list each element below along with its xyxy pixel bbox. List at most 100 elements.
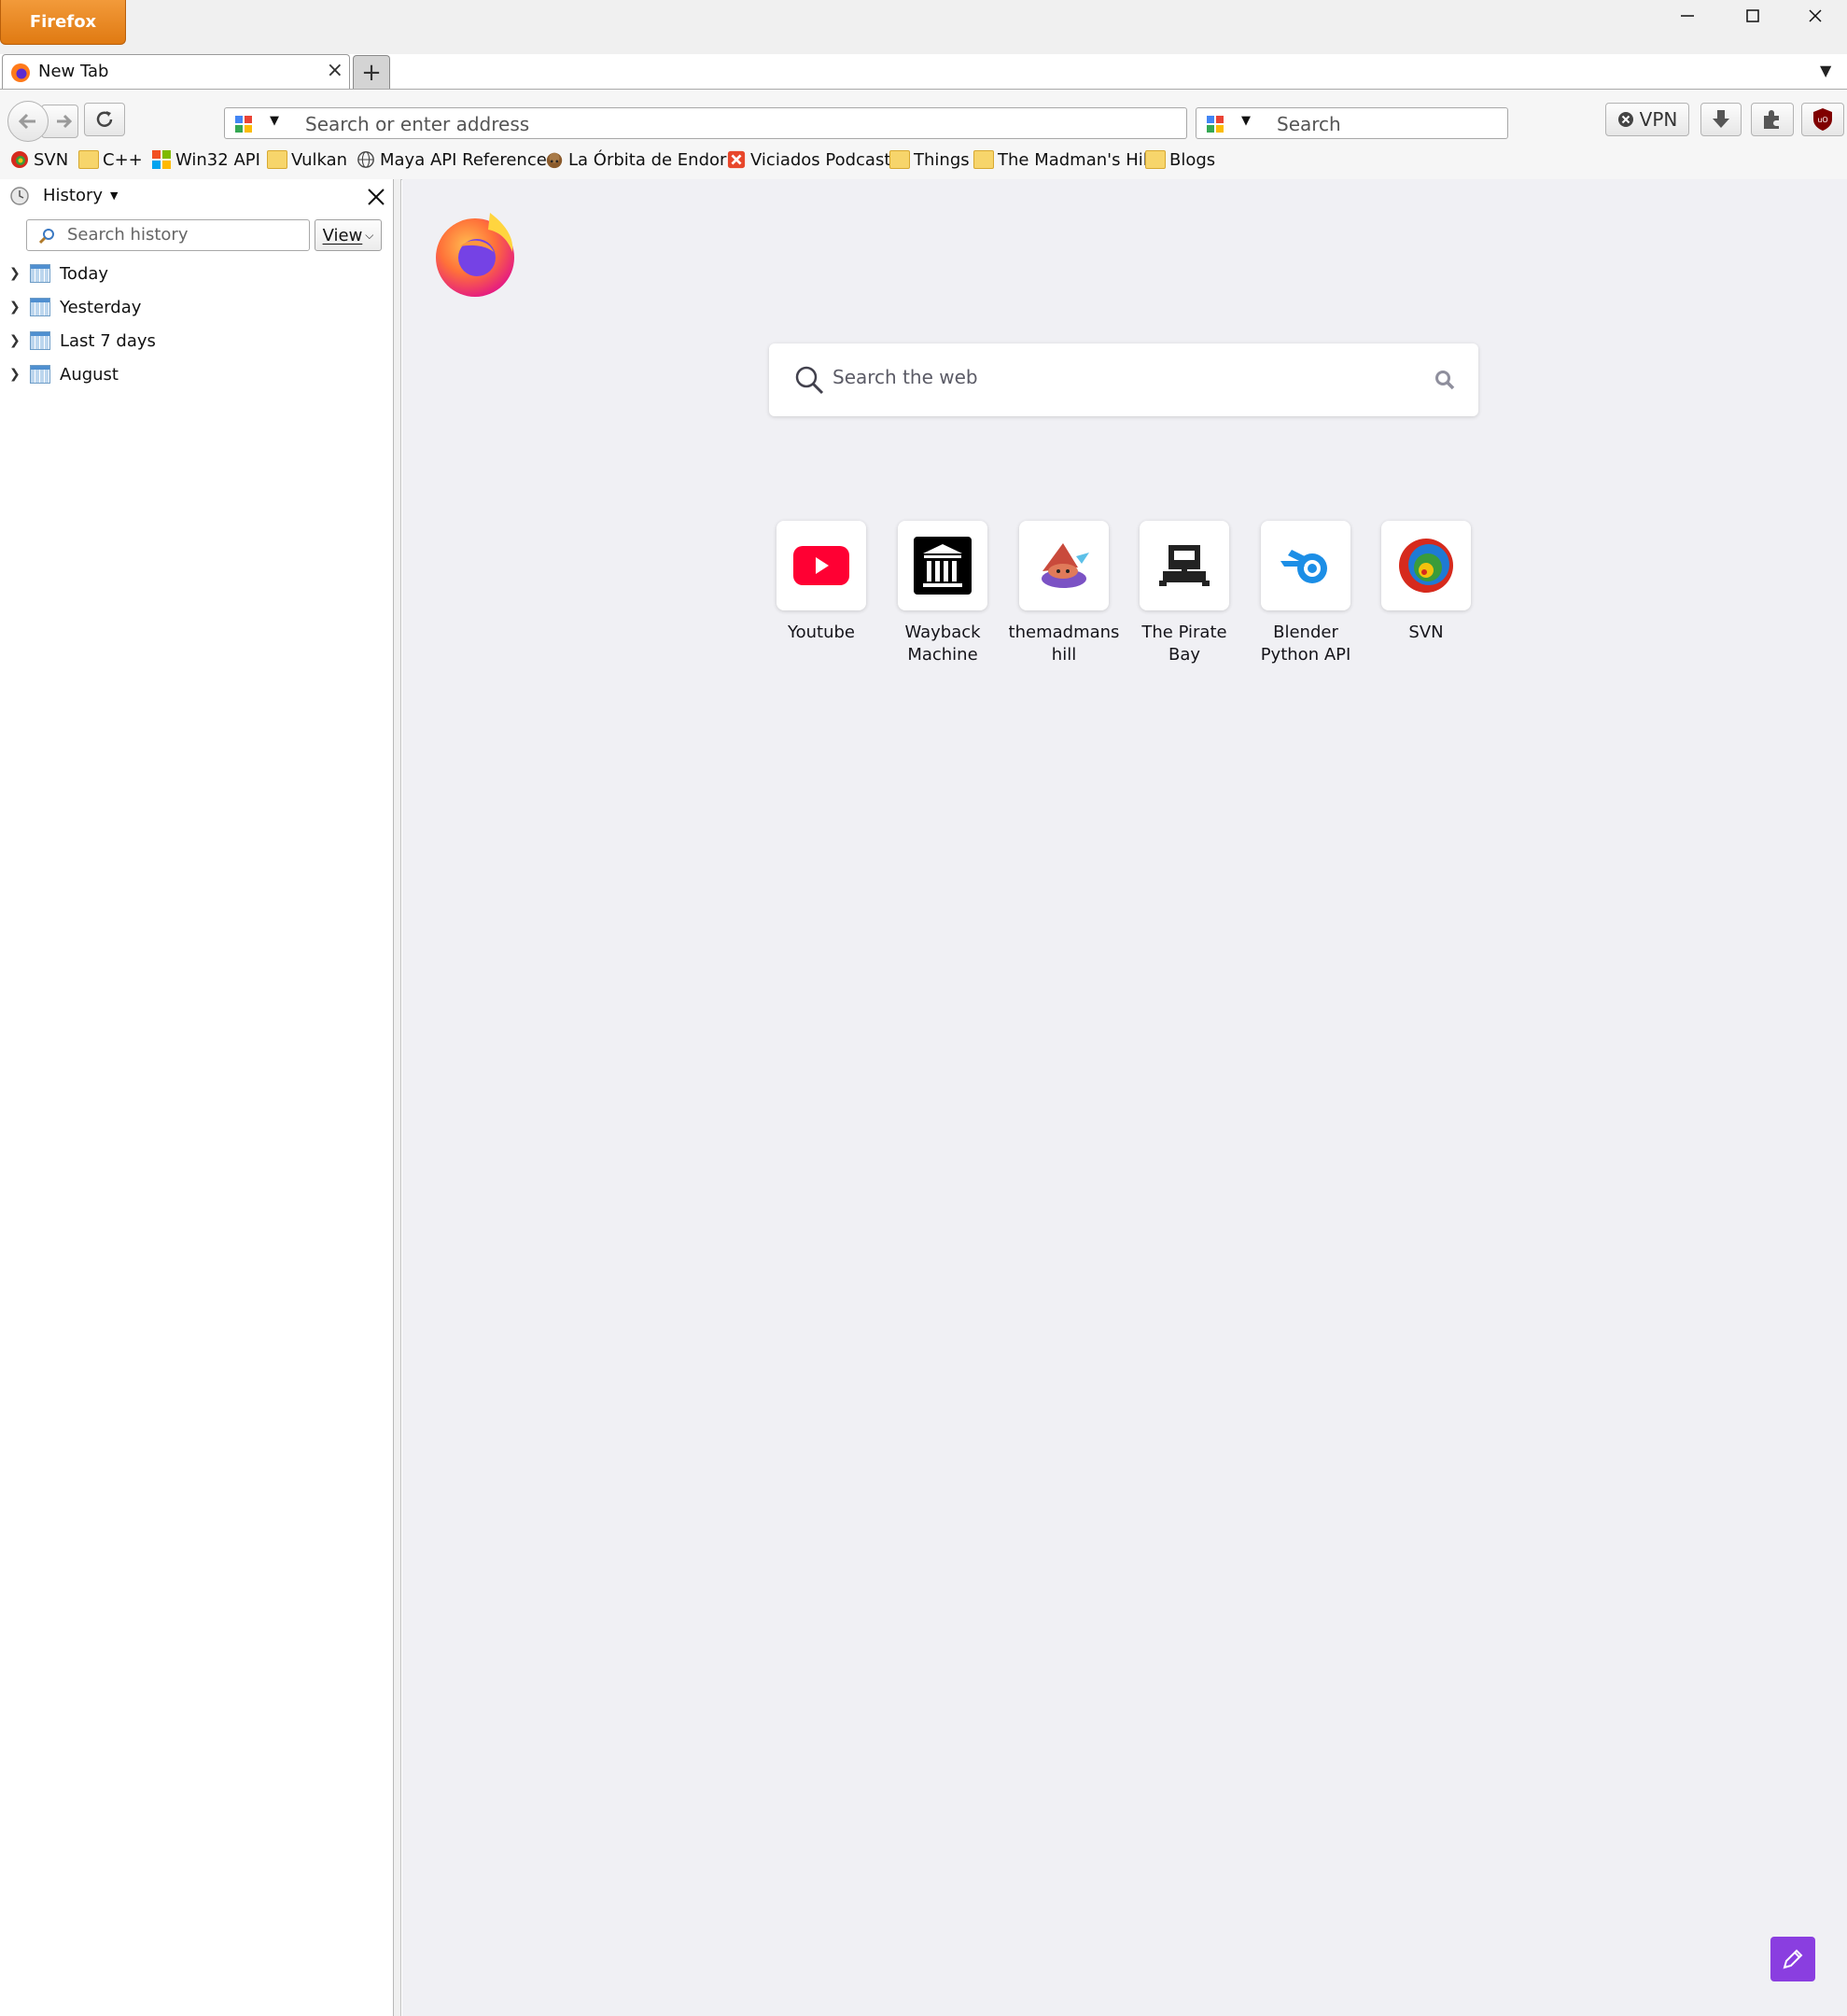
tab-title: New Tab — [38, 62, 109, 81]
svn-icon — [1399, 539, 1453, 593]
history-item-yesterday[interactable]: ❯ Yesterday — [9, 291, 141, 323]
firefox-favicon-icon — [11, 63, 30, 82]
bookmark-folder-vulkan[interactable]: Vulkan — [267, 147, 347, 172]
downloads-button[interactable] — [1700, 103, 1742, 136]
google-search-engine-icon — [235, 116, 252, 133]
ewok-podcast-icon — [546, 152, 563, 169]
extensions-button[interactable] — [1751, 103, 1794, 136]
calendar-icon — [30, 331, 50, 350]
folder-icon — [973, 150, 994, 169]
sidebar-switcher[interactable]: History ▼ — [43, 186, 119, 205]
new-tab-button[interactable]: + — [353, 55, 390, 89]
history-sidebar — [0, 179, 394, 2016]
search-bar[interactable]: ▼ Search — [1196, 107, 1508, 139]
history-item-today[interactable]: ❯ Today — [9, 258, 108, 289]
search-history-input[interactable]: Search history — [26, 219, 310, 251]
expand-chevron-icon[interactable]: ❯ — [9, 266, 30, 281]
windows-icon — [152, 150, 171, 169]
vpn-label: VPN — [1639, 108, 1678, 131]
maximize-icon — [1746, 9, 1759, 22]
viciados-podcast-icon — [727, 150, 746, 169]
close-sidebar-icon[interactable] — [366, 187, 386, 207]
bookmark-viciados-podcast[interactable]: Viciados Podcast — [726, 147, 890, 172]
top-site-svn[interactable]: SVN — [1365, 521, 1487, 644]
chevron-down-icon: ▼ — [110, 189, 119, 202]
tab-close-button[interactable]: × — [327, 59, 343, 82]
tab-new-tab[interactable]: New Tab × — [2, 54, 350, 90]
pirate-ship-icon — [1159, 545, 1210, 586]
blender-icon — [1280, 550, 1327, 583]
new-tab-page — [402, 179, 1847, 2016]
web-search-placeholder: Search the web — [833, 366, 978, 388]
expand-chevron-icon[interactable]: ❯ — [9, 300, 30, 315]
vpn-off-icon — [1617, 112, 1633, 127]
bookmark-folder-things[interactable]: Things — [889, 147, 970, 172]
sidebar-title: History — [43, 186, 104, 205]
calendar-icon — [30, 365, 50, 384]
globe-icon — [357, 151, 374, 168]
top-site-themadmanshill[interactable]: themadmans hill — [1003, 521, 1125, 666]
svg-text:uO: uO — [1817, 116, 1827, 124]
search-placeholder: Search — [1277, 113, 1341, 135]
folder-icon — [78, 150, 99, 169]
chevron-down-icon[interactable]: ▼ — [1241, 114, 1251, 128]
expand-chevron-icon[interactable]: ❯ — [9, 333, 30, 348]
bookmark-folder-cpp[interactable]: C++ — [78, 147, 143, 172]
sidebar-splitter[interactable] — [394, 179, 401, 2016]
close-window-button[interactable] — [1783, 0, 1847, 32]
youtube-icon — [793, 546, 849, 585]
top-site-wayback-machine[interactable]: Wayback Machine — [882, 521, 1003, 666]
top-site-tile[interactable] — [777, 521, 866, 610]
bookmark-win32-api[interactable]: Win32 API — [151, 147, 260, 172]
bookmark-maya-api-reference[interactable]: Maya API Reference — [356, 147, 547, 172]
expand-chevron-icon[interactable]: ❯ — [9, 367, 30, 382]
web-search-box[interactable]: Search the web — [769, 343, 1478, 416]
bookmark-folder-blogs[interactable]: Blogs — [1145, 147, 1215, 172]
maximize-button[interactable] — [1720, 0, 1785, 32]
reload-button[interactable] — [84, 103, 125, 136]
svn-icon — [11, 151, 28, 168]
download-arrow-icon — [1713, 110, 1729, 128]
google-search-engine-icon — [1207, 116, 1224, 133]
chevron-down-icon[interactable]: ▼ — [270, 114, 279, 128]
reload-icon — [96, 111, 113, 127]
search-icon — [38, 229, 54, 245]
close-icon — [1809, 9, 1822, 22]
top-site-tile[interactable] — [898, 521, 987, 610]
ublock-shield-icon: uO — [1813, 108, 1832, 131]
wayback-icon — [914, 537, 972, 595]
top-site-blender-python-api[interactable]: Blender Python API — [1245, 521, 1366, 666]
chevron-down-icon: ⌵ — [365, 228, 374, 242]
forward-arrow-icon — [57, 114, 73, 129]
history-item-august[interactable]: ❯ August — [9, 358, 119, 390]
top-site-youtube[interactable]: Youtube — [761, 521, 882, 644]
bookmark-la-orbita-de-endor[interactable]: La Órbita de Endor — [544, 147, 726, 172]
list-all-tabs-button[interactable]: ▼ — [1820, 62, 1831, 79]
address-bar[interactable]: ▼ Search or enter address — [224, 107, 1187, 139]
minimize-button[interactable] — [1655, 0, 1720, 32]
top-site-tile[interactable] — [1381, 521, 1471, 610]
bookmark-folder-madmans-hill[interactable]: The Madman's Hill — [973, 147, 1153, 172]
view-menu-button[interactable]: View ⌵ — [315, 219, 382, 251]
back-arrow-icon — [18, 113, 35, 130]
calendar-icon — [30, 264, 50, 283]
pencil-icon — [1783, 1949, 1803, 1969]
title-bar — [0, 0, 1847, 54]
back-button[interactable] — [7, 101, 49, 142]
firefox-menu-button[interactable]: Firefox — [0, 0, 126, 45]
top-site-tile[interactable] — [1140, 521, 1229, 610]
search-submit-icon[interactable] — [1434, 369, 1456, 391]
top-site-tile[interactable] — [1019, 521, 1109, 610]
folder-icon — [889, 150, 910, 169]
history-item-last-7-days[interactable]: ❯ Last 7 days — [9, 325, 156, 357]
top-site-tile[interactable] — [1261, 521, 1350, 610]
vpn-button[interactable]: VPN — [1605, 103, 1689, 136]
bookmark-svn[interactable]: SVN — [9, 147, 68, 172]
customize-new-tab-button[interactable] — [1770, 1937, 1815, 1981]
folder-icon — [1145, 150, 1166, 169]
ublock-origin-button[interactable]: uO — [1801, 103, 1844, 136]
address-placeholder: Search or enter address — [305, 113, 530, 135]
top-site-the-pirate-bay[interactable]: The Pirate Bay — [1124, 521, 1245, 666]
search-icon — [795, 366, 824, 395]
wizard-icon — [1042, 543, 1089, 588]
